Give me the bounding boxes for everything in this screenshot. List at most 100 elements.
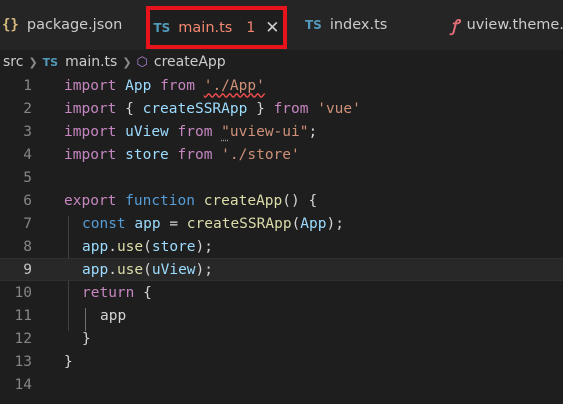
line-number: 7 bbox=[23, 215, 32, 232]
code-text: const app = createSSRApp(App); bbox=[82, 216, 344, 232]
token-punct: ); bbox=[195, 261, 213, 278]
breadcrumb-symbol[interactable]: createApp bbox=[154, 54, 226, 70]
token-keyword: import bbox=[64, 123, 117, 140]
token-variable: store bbox=[125, 146, 169, 163]
token-variable: uView bbox=[151, 261, 196, 278]
problem-count-badge: 1 bbox=[246, 19, 256, 36]
breadcrumb: src ❯ TS main.ts ❯ ⬡ createApp bbox=[0, 50, 563, 74]
tab-uview-theme[interactable]: ꝭ uview.theme.s bbox=[451, 0, 563, 50]
code-line[interactable]: 3 import uView from "uview-ui"; bbox=[0, 120, 563, 143]
token-string: './store' bbox=[221, 146, 300, 163]
token-punct: ( bbox=[143, 261, 152, 278]
code-text: import store from './store' bbox=[64, 147, 300, 163]
token-variable: app bbox=[134, 215, 161, 232]
tab-label: uview.theme.s bbox=[466, 17, 563, 33]
tab-package-json[interactable]: {} package.json bbox=[2, 0, 122, 50]
code-text: return { bbox=[82, 285, 152, 301]
token-punct: } bbox=[82, 330, 91, 347]
line-number: 8 bbox=[23, 238, 32, 255]
token-variable: createSSRApp bbox=[142, 100, 248, 117]
code-text: import { createSSRApp } from 'vue' bbox=[64, 101, 361, 117]
breadcrumb-folder[interactable]: src bbox=[3, 54, 23, 70]
editor-tab-bar: {} package.json TS main.ts 1 ✕ TS index.… bbox=[0, 0, 563, 50]
token-variable: uView bbox=[125, 123, 169, 140]
code-line[interactable]: 12 } bbox=[0, 327, 563, 350]
code-line[interactable]: 1 import App from './App' bbox=[0, 74, 563, 97]
code-editor[interactable]: 1 import App from './App' 2 import { cre… bbox=[0, 74, 563, 404]
token-punct: = bbox=[160, 215, 187, 232]
token-keyword: import bbox=[64, 77, 117, 94]
token-keyword: import bbox=[64, 146, 117, 163]
token-function: createApp bbox=[203, 192, 283, 209]
typescript-file-icon: TS bbox=[42, 55, 59, 69]
code-line[interactable]: 5 bbox=[0, 166, 563, 189]
token-function: use bbox=[116, 238, 144, 255]
token-identifier: app bbox=[100, 307, 127, 324]
code-line[interactable]: 2 import { createSSRApp } from 'vue' bbox=[0, 97, 563, 120]
tab-index-ts[interactable]: TS index.ts bbox=[305, 0, 387, 50]
token-punct: } bbox=[247, 100, 265, 117]
line-number: 3 bbox=[23, 123, 32, 140]
line-number: 10 bbox=[14, 284, 32, 301]
token-punct: . bbox=[108, 261, 117, 278]
code-line[interactable]: 13 } bbox=[0, 350, 563, 373]
token-string: 'vue' bbox=[317, 100, 361, 117]
line-number: 12 bbox=[14, 330, 32, 347]
token-keyword: from bbox=[177, 146, 213, 163]
line-number: 14 bbox=[14, 376, 32, 393]
token-string-error: './App' bbox=[203, 77, 265, 94]
line-number: 13 bbox=[14, 353, 32, 370]
token-keyword: import bbox=[64, 100, 117, 117]
line-number: 1 bbox=[23, 77, 32, 94]
line-number: 5 bbox=[23, 169, 32, 186]
token-punct: () { bbox=[282, 192, 318, 209]
token-keyword: return bbox=[82, 284, 135, 301]
chevron-right-icon: ❯ bbox=[28, 55, 38, 69]
code-text: app bbox=[100, 308, 126, 324]
code-line-current[interactable]: 9 app.use(uView); bbox=[0, 258, 563, 281]
code-text: app.use(uView); bbox=[82, 262, 213, 278]
token-storage: const bbox=[82, 215, 126, 232]
token-string: uview-ui bbox=[229, 123, 300, 140]
token-function: use bbox=[116, 261, 144, 278]
line-number: 9 bbox=[23, 261, 32, 278]
token-punct: } bbox=[64, 353, 73, 370]
code-line[interactable]: 7 const app = createSSRApp(App); bbox=[0, 212, 563, 235]
token-punct: { bbox=[125, 100, 143, 117]
line-number: 2 bbox=[23, 100, 32, 117]
function-symbol-icon: ⬡ bbox=[136, 54, 148, 70]
chevron-right-icon: ❯ bbox=[122, 55, 132, 69]
token-storage: function bbox=[125, 192, 195, 209]
token-punct: ( bbox=[143, 238, 152, 255]
typescript-file-icon: TS bbox=[153, 20, 171, 35]
token-string-quote: " bbox=[221, 123, 230, 140]
code-line[interactable]: 11 app bbox=[0, 304, 563, 327]
code-text: import uView from "uview-ui"; bbox=[64, 124, 317, 140]
token-keyword: from bbox=[177, 123, 213, 140]
token-keyword: export bbox=[64, 192, 117, 209]
token-punct: . bbox=[108, 238, 117, 255]
close-icon[interactable]: ✕ bbox=[265, 18, 279, 38]
tab-label: main.ts bbox=[178, 19, 233, 36]
token-variable: app bbox=[82, 261, 109, 278]
token-variable: App bbox=[125, 77, 152, 94]
sass-file-icon: ꝭ bbox=[451, 16, 459, 35]
json-file-icon: {} bbox=[2, 17, 19, 33]
token-variable: store bbox=[151, 238, 196, 255]
token-variable: App bbox=[300, 215, 327, 232]
code-line[interactable]: 8 app.use(store); bbox=[0, 235, 563, 258]
code-line[interactable]: 6 export function createApp() { bbox=[0, 189, 563, 212]
code-line[interactable]: 4 import store from './store' bbox=[0, 143, 563, 166]
token-punct: ; bbox=[308, 123, 318, 140]
code-text: app.use(store); bbox=[82, 239, 213, 255]
tab-label: index.ts bbox=[329, 17, 388, 33]
code-line[interactable]: 10 return { bbox=[0, 281, 563, 304]
breadcrumb-file[interactable]: main.ts bbox=[65, 54, 117, 70]
code-text: export function createApp() { bbox=[64, 193, 317, 209]
line-number: 6 bbox=[23, 192, 32, 209]
code-text: } bbox=[82, 331, 91, 347]
token-punct: ( bbox=[291, 215, 301, 232]
code-line[interactable]: 14 bbox=[0, 373, 563, 396]
token-punct: ); bbox=[326, 215, 344, 232]
tab-main-ts[interactable]: TS main.ts 1 ✕ bbox=[146, 6, 287, 49]
